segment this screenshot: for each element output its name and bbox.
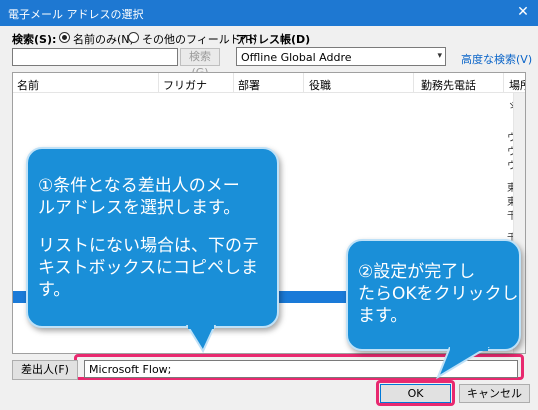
col-furigana[interactable]: フリガナ <box>163 77 207 93</box>
from-button[interactable]: 差出人(F) <box>12 360 78 380</box>
search-label: 検索(S): <box>12 33 57 46</box>
callout-step2-pointer <box>435 347 490 380</box>
other-fields-radio[interactable] <box>128 32 139 43</box>
col-separator <box>413 73 414 93</box>
col-department[interactable]: 部署 <box>238 77 260 93</box>
col-separator <box>303 73 304 93</box>
ok-button[interactable]: OK <box>380 384 451 403</box>
search-button[interactable]: 検索(G) <box>180 48 220 79</box>
title-bar: 電子メール アドレスの選択 ✕ <box>0 0 538 26</box>
name-only-radio[interactable] <box>59 32 70 43</box>
callout-step1: ①条件となる差出人のメー ルアドレスを選択します。 リストにない場合は、下のテ … <box>26 147 279 328</box>
addressbook-selected: Offline Global Addre <box>241 51 352 64</box>
list-header: 名前 フリガナ 部署 役職 勤務先電話 場所 <box>13 73 525 93</box>
addressbook-label: アドレス帳(D) <box>236 33 311 46</box>
chevron-down-icon: ▾ <box>437 51 442 61</box>
col-location[interactable]: 場所 <box>509 77 525 93</box>
callout-step2-line2: たらOKをクリックし <box>358 284 519 304</box>
name-only-label[interactable]: 名前のみ(N) <box>73 31 134 47</box>
callout-step2: ②設定が完了し たらOKをクリックし ます。 <box>346 239 521 351</box>
search-input[interactable] <box>12 48 178 66</box>
col-title[interactable]: 役職 <box>309 77 331 93</box>
col-separator <box>158 73 159 93</box>
callout-step2-line3: ます。 <box>358 306 408 326</box>
from-input-value: Microsoft Flow; <box>89 363 172 376</box>
col-separator <box>503 73 504 93</box>
advanced-search-link[interactable]: 高度な検索(V) <box>461 51 532 67</box>
callout-step1-line3: リストにない場合は、下のテ <box>38 236 259 256</box>
col-phone[interactable]: 勤務先電話 <box>421 77 476 93</box>
close-icon[interactable]: ✕ <box>514 3 532 21</box>
cancel-button[interactable]: キャンセル <box>459 384 530 403</box>
col-name[interactable]: 名前 <box>17 77 39 93</box>
callout-step1-line5: す。 <box>38 280 71 300</box>
callout-step1-line4: キストボックスにコピペしま <box>38 258 258 278</box>
window-title: 電子メール アドレスの選択 <box>8 8 144 21</box>
col-separator <box>233 73 234 93</box>
callout-step1-pointer <box>185 325 217 354</box>
callout-step2-line1: ②設定が完了し <box>358 262 476 282</box>
callout-step1-line2: ルアドレスを選択します。 <box>38 198 241 218</box>
addressbook-select[interactable]: Offline Global Addre ▾ <box>236 47 446 66</box>
callout-step1-line1: ①条件となる差出人のメー <box>38 176 240 196</box>
